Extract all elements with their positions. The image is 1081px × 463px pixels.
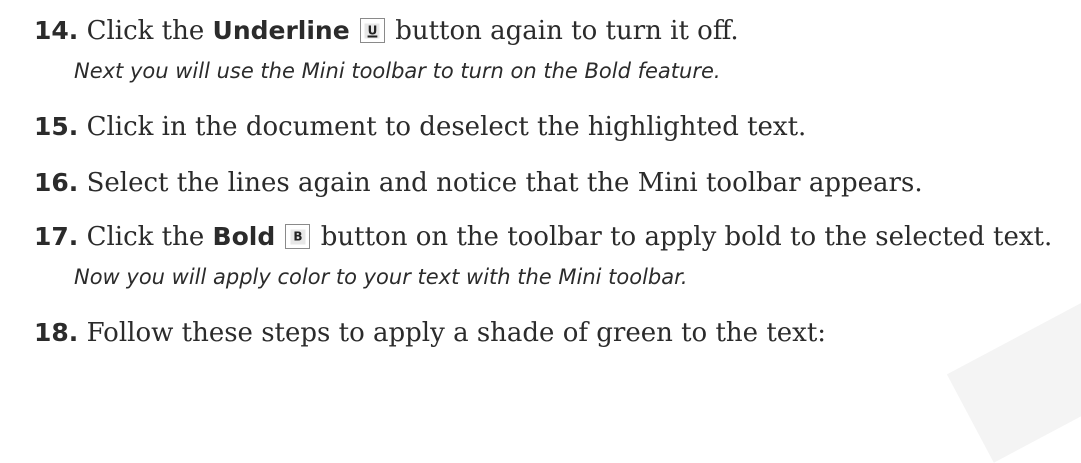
step-number: 18. (34, 318, 79, 347)
step-text: Click the (86, 222, 213, 252)
step-keyword: Underline (212, 16, 350, 45)
watermark-shape (946, 299, 1081, 463)
step-text: button again to turn it off. (386, 16, 739, 46)
step-note: Next you will use the Mini toolbar to tu… (74, 59, 721, 83)
step-note: Now you will apply color to your text wi… (74, 265, 688, 289)
step-number: 16. (34, 168, 79, 197)
step-keyword: Bold (212, 222, 276, 251)
step-text: button on the toolbar to apply bold to t… (312, 222, 1053, 252)
step-number: 14. (34, 16, 79, 45)
step-text: Click in the document to deselect the hi… (86, 112, 807, 142)
step-text: Click the (86, 16, 213, 46)
step-16: 16. Select the lines again and notice th… (34, 168, 923, 198)
step-text: Follow these steps to apply a shade of g… (86, 318, 827, 348)
step-15: 15. Click in the document to deselect th… (34, 112, 806, 142)
step-text: Select the lines again and notice that t… (86, 168, 923, 198)
step-17: 17. Click the Bold B button on the toolb… (34, 222, 1052, 252)
bold-icon: B (285, 224, 311, 249)
underline-icon: U (359, 18, 385, 43)
step-number: 17. (34, 222, 79, 251)
step-number: 15. (34, 112, 79, 141)
step-18: 18. Follow these steps to apply a shade … (34, 318, 826, 348)
step-14: 14. Click the Underline U button again t… (34, 16, 739, 46)
